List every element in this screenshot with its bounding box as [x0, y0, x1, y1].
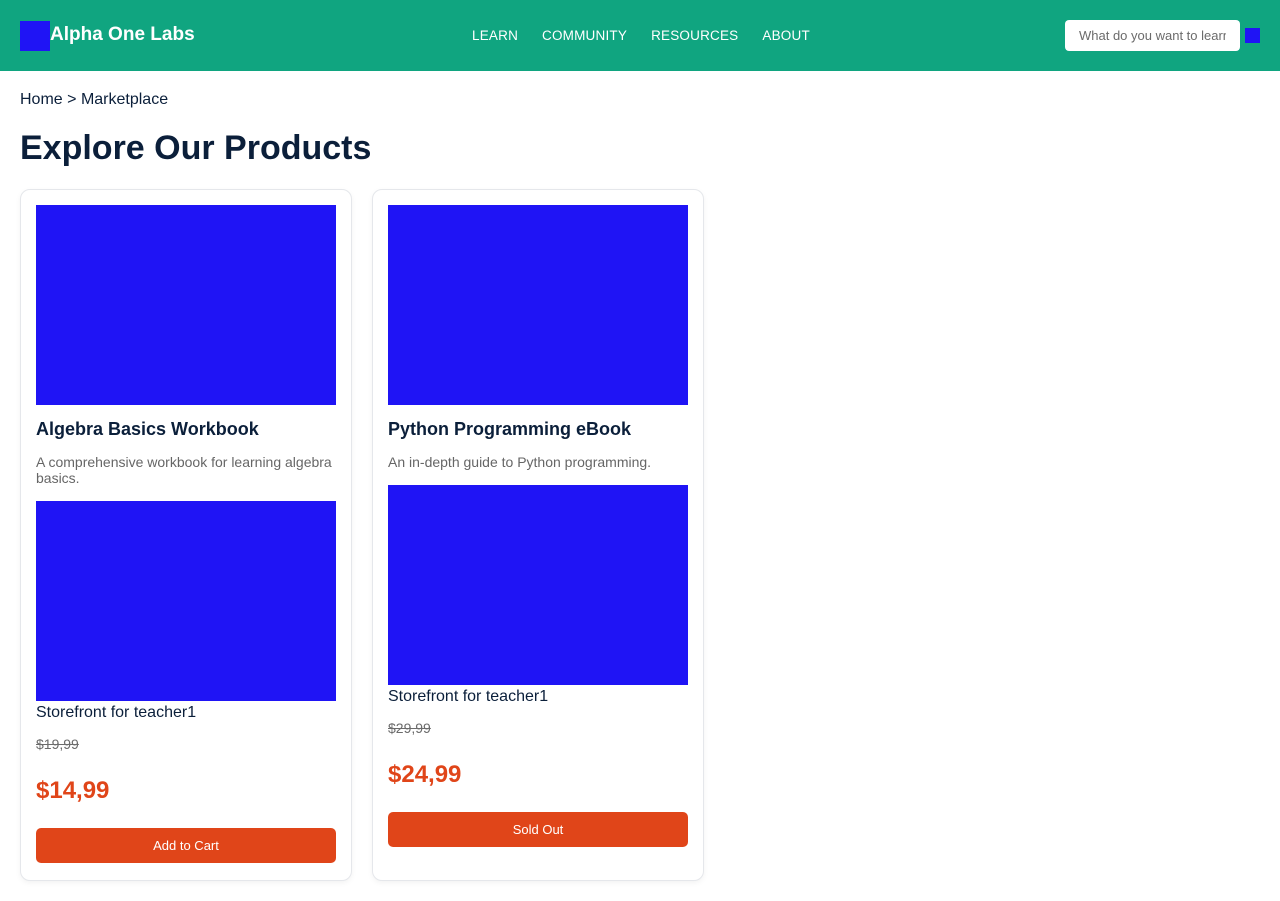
nav-resources[interactable]: RESOURCES	[651, 27, 738, 44]
product-image[interactable]	[36, 205, 336, 405]
product-title[interactable]: Python Programming eBook	[388, 419, 688, 440]
sale-price: $14,99	[36, 777, 110, 804]
breadcrumb-home[interactable]: Home	[20, 91, 63, 108]
menu-icon[interactable]	[1245, 28, 1260, 43]
brand-name[interactable]: Alpha One Labs	[50, 24, 195, 46]
storefront-image	[36, 501, 336, 701]
search-input[interactable]	[1065, 20, 1240, 51]
add-to-cart-button[interactable]: Add to Cart	[36, 828, 336, 863]
storefront-name[interactable]: Storefront for teacher1	[388, 687, 688, 706]
sold-out-button[interactable]: Sold Out	[388, 812, 688, 847]
product-description: A comprehensive workbook for learning al…	[36, 454, 332, 486]
logo-icon[interactable]	[20, 21, 50, 51]
original-price: $29,99	[388, 720, 431, 736]
storefront-image	[388, 485, 688, 685]
product-description: An in-depth guide to Python programming.	[388, 454, 652, 470]
breadcrumb: Home > Marketplace	[20, 90, 168, 109]
original-price: $19,99	[36, 736, 79, 752]
page-title: Explore Our Products	[20, 129, 372, 167]
nav-about[interactable]: ABOUT	[762, 27, 810, 44]
nav-learn[interactable]: LEARN	[472, 27, 518, 44]
top-navigation-bar: Alpha One Labs LEARN COMMUNITY RESOURCES…	[0, 0, 1280, 71]
sale-price: $24,99	[388, 761, 462, 788]
breadcrumb-current: Marketplace	[80, 91, 169, 108]
product-card[interactable]: Algebra Basics Workbook A comprehensive …	[20, 189, 352, 881]
nav-community[interactable]: COMMUNITY	[542, 27, 627, 44]
storefront-name[interactable]: Storefront for teacher1	[36, 703, 336, 722]
breadcrumb-separator: >	[67, 91, 77, 108]
product-title[interactable]: Algebra Basics Workbook	[36, 419, 336, 440]
main-nav: LEARN COMMUNITY RESOURCES ABOUT	[472, 27, 834, 44]
product-card[interactable]: Python Programming eBook An in-depth gui…	[372, 189, 704, 881]
product-image[interactable]	[388, 205, 688, 405]
